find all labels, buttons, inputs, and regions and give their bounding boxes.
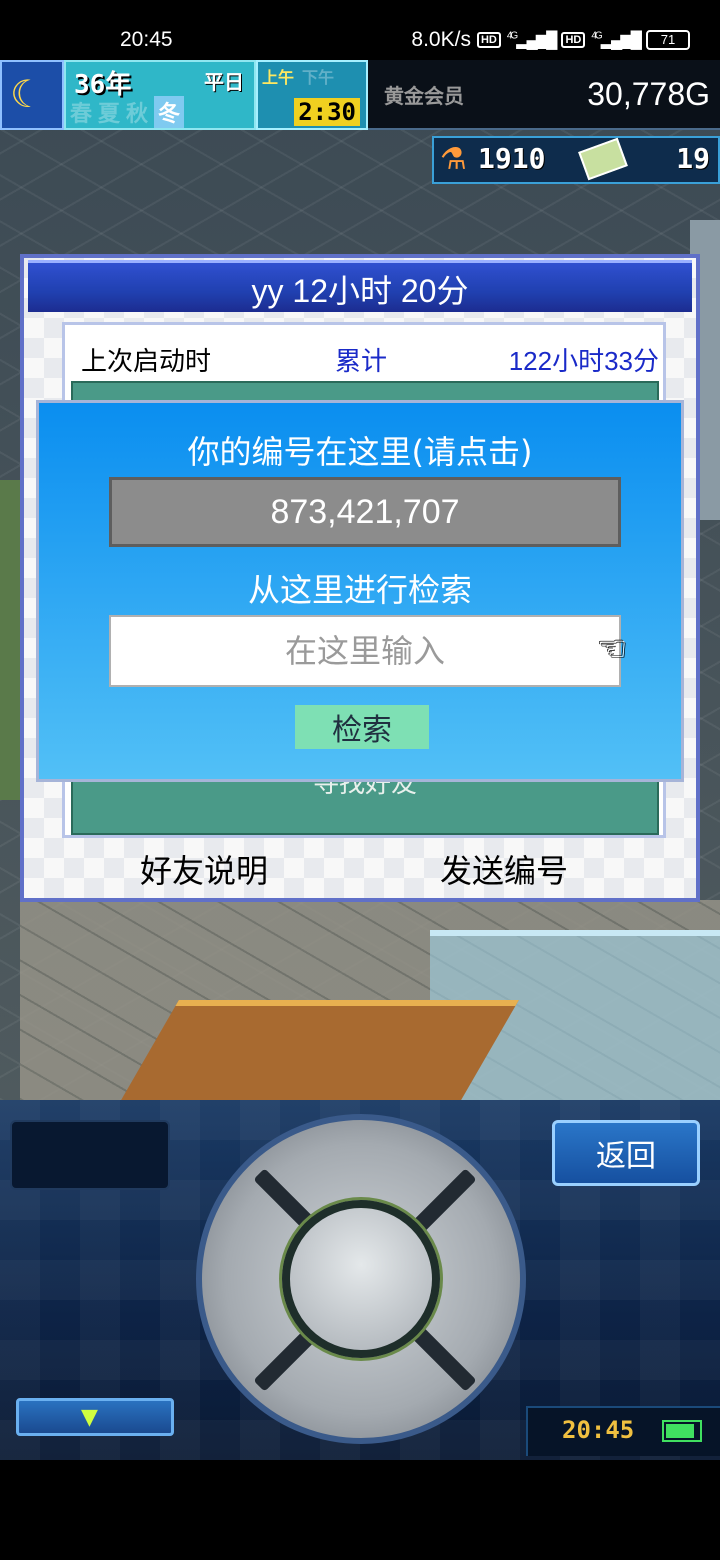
wooden-room: [121, 1000, 519, 1100]
research-points: 1910: [478, 142, 546, 175]
friend-help-button[interactable]: 好友说明: [140, 846, 268, 892]
hd-icon: HD: [476, 32, 501, 48]
back-button[interactable]: 返回: [552, 1120, 700, 1186]
controller-clock: 20:45: [526, 1406, 720, 1456]
season-spring: 春: [70, 102, 93, 127]
weekday-label: 平日: [204, 70, 244, 94]
friend-search-dialog: 你的编号在这里(请点击) 873,421,707 从这里进行检索 ☜ 检索: [36, 400, 684, 782]
game-clock-panel: 上午 下午 2:30: [256, 60, 368, 130]
net-type: 4G: [506, 30, 518, 42]
season-winter: 冬: [154, 96, 185, 128]
season-indicator: 春 夏 秋 冬: [70, 96, 185, 128]
ampm-indicator: 上午 下午: [262, 64, 334, 88]
pm-label: 下午: [302, 68, 335, 87]
resource-panel: ⚗ 1910 19: [432, 136, 720, 184]
virtual-controller: 返回 ▼ 20:45: [0, 1100, 720, 1460]
battery-icon: 71: [646, 30, 690, 50]
search-button[interactable]: 检索: [295, 705, 429, 749]
date-panel: 36年 平日 春 夏 秋 冬: [64, 60, 256, 130]
season-summer: 夏: [98, 102, 121, 127]
net-type: 4G: [591, 30, 602, 42]
pointing-hand-icon: ☜: [597, 629, 628, 669]
triangle-down-icon: ▼: [81, 1405, 98, 1430]
ticket-icon: [578, 137, 628, 181]
season-autumn: 秋: [126, 102, 149, 127]
net-speed: 8.0K/s: [411, 28, 471, 51]
moon-icon: ☾: [10, 72, 45, 116]
signal-icon: 4G▂▄▆█: [506, 30, 558, 49]
search-label: 从这里进行检索: [247, 571, 472, 609]
status-indicators: 8.0K/s HD 4G▂▄▆█ HD 4G▂▄▆█ 71: [411, 28, 690, 52]
ticket-count: 19: [676, 142, 710, 175]
day-night-indicator: ☾: [0, 60, 64, 130]
signal-icon: 4G▂▄▆█: [591, 30, 642, 49]
flask-icon: ⚗: [440, 142, 467, 177]
status-bar: 20:45 8.0K/s HD 4G▂▄▆█ HD 4G▂▄▆█ 71: [0, 0, 720, 60]
battery-icon: [662, 1420, 702, 1442]
controller-left-slot[interactable]: [10, 1120, 170, 1190]
menu-toggle-button[interactable]: ▼: [16, 1398, 174, 1436]
status-time: 20:45: [120, 28, 173, 51]
dpad[interactable]: [196, 1114, 526, 1444]
total-playtime: 122小时33分: [508, 346, 659, 376]
gold-amount: 30,778G: [587, 76, 710, 112]
player-id-box[interactable]: 873,421,707: [109, 477, 621, 547]
bottom-bar: [0, 1460, 720, 1560]
am-label: 上午: [262, 68, 295, 87]
game-time: 2:30: [294, 98, 360, 126]
last-start-label: 上次启动时: [81, 347, 212, 377]
money-panel: 黄金会员 30,778G: [368, 60, 720, 130]
total-label: 累计: [335, 347, 388, 377]
controller-time: 20:45: [562, 1416, 635, 1444]
player-id-label: 你的编号在这里(请点击): [187, 433, 533, 471]
membership-label: 黄金会员: [384, 84, 464, 108]
search-input[interactable]: [109, 615, 621, 687]
dpad-center-button[interactable]: [282, 1200, 440, 1358]
hd-icon: HD: [561, 32, 586, 48]
panel-title: yy 12小时 20分: [28, 260, 692, 312]
send-id-button[interactable]: 发送编号: [440, 846, 568, 892]
